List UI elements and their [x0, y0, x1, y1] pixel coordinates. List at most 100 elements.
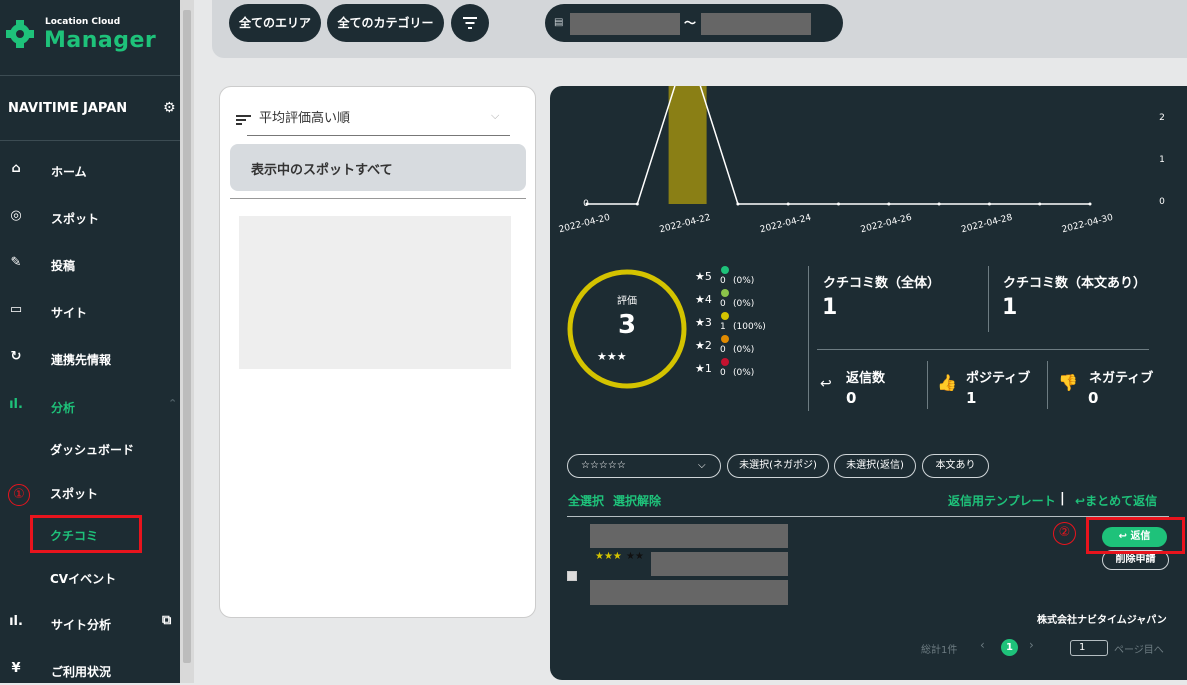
total-review-value: 1 [822, 295, 838, 320]
site-icon: ▭ [9, 302, 23, 317]
sub-dashboard[interactable]: ダッシュボード [50, 441, 134, 458]
all-spots-item[interactable]: 表示中のスポットすべて [230, 144, 526, 191]
chart-point [837, 202, 840, 206]
breakdown-percent: (0%) [733, 368, 755, 378]
chart-point [635, 202, 639, 206]
breakdown-count: 1 [720, 322, 726, 332]
chart-point [887, 202, 891, 206]
nav-analysis[interactable]: ıl. 分析 ⌃ [0, 391, 180, 421]
breakdown-star: ★4 [695, 293, 712, 306]
all-spots-label: 表示中のスポットすべて [251, 163, 393, 178]
negative-value: 0 [1088, 389, 1099, 407]
page-1-button[interactable]: 1 [1001, 639, 1018, 656]
sort-icon [236, 115, 251, 125]
breakdown-dot [721, 335, 729, 343]
chevron-down-icon[interactable]: ⌵ [491, 109, 499, 123]
bulk-reply-button[interactable]: ↩まとめて返信 [1075, 492, 1157, 509]
thumbs-up-icon: 👍 [937, 373, 957, 392]
chart-y-tick: 0 [1159, 197, 1165, 207]
nav-site-label: サイト [51, 306, 88, 320]
nav-site[interactable]: ▭ サイト [0, 296, 180, 326]
chart-y-tick: 2 [1159, 113, 1165, 123]
reply-icon: ↩ [820, 376, 832, 392]
area-filter-button[interactable]: 全てのエリア [229, 4, 321, 42]
rating-breakdown-row: ★3 1 (100%) [695, 312, 785, 334]
filter-menu-button[interactable] [451, 4, 489, 42]
review-checkbox[interactable] [567, 571, 577, 581]
bulk-reply-label: まとめて返信 [1085, 494, 1158, 508]
chart-point [1038, 202, 1042, 206]
chart-point [937, 202, 941, 206]
nav-post[interactable]: ✎ 投稿 [0, 249, 180, 279]
page-input[interactable]: 1 [1070, 640, 1108, 656]
body-filter-button[interactable]: 本文あり [922, 454, 989, 478]
sync-icon: ↻ [10, 349, 22, 364]
body-review-label: クチコミ数（本文あり） [1003, 276, 1147, 291]
spot-list-panel: 平均評価高い順 ⌵ 表示中のスポットすべて [219, 86, 536, 618]
reviewer-company: 株式会社ナビタイムジャパン [1037, 615, 1167, 626]
category-filter-button[interactable]: 全てのカテゴリー [327, 4, 444, 42]
nav-usage[interactable]: ¥ ご利用状況 [0, 655, 180, 685]
review-text [590, 580, 788, 605]
review-empty-stars: ★★ [626, 551, 644, 562]
chart-bar [668, 86, 707, 204]
date-separator: 〜 [684, 16, 697, 30]
page-suffix: ページ目へ [1114, 645, 1164, 656]
negapos-filter-button[interactable]: 未選択(ネガポジ) [727, 454, 829, 478]
external-link-icon: ⧉ [162, 613, 172, 628]
deselect-link[interactable]: 選択解除 [613, 492, 661, 509]
sub-cv-event[interactable]: CVイベント [50, 570, 116, 587]
chart-x-tick: 2022-04-28 [960, 213, 1013, 235]
gear-icon[interactable]: ⚙ [163, 100, 176, 116]
breakdown-count: 0 [720, 368, 726, 378]
rating-title: 評価 [617, 296, 637, 307]
reply-template-link[interactable]: 返信用テンプレート [948, 492, 1056, 509]
rating-breakdown-row: ★4 0 (0%) [695, 289, 785, 311]
logo-title: Manager [44, 28, 157, 53]
chevron-right-icon[interactable]: › [1029, 638, 1034, 652]
location-pin-icon: ◎ [10, 208, 22, 223]
chart-x-tick: 2022-04-24 [759, 213, 812, 235]
logo-subtitle: Location Cloud [45, 17, 121, 27]
nav-spot-label: スポット [51, 212, 100, 226]
positive-label: ポジティブ [966, 371, 1031, 386]
edit-icon: ✎ [10, 255, 22, 270]
breakdown-percent: (100%) [733, 322, 766, 332]
nav-home-label: ホーム [51, 165, 87, 179]
home-icon: ⌂ [11, 161, 21, 176]
scrollbar-thumb[interactable] [183, 10, 191, 663]
total-review-label: クチコミ数（全体） [823, 276, 941, 291]
breakdown-star: ★5 [695, 270, 712, 283]
start-date-field[interactable] [570, 13, 680, 35]
chevron-left-icon[interactable]: ‹ [980, 638, 985, 652]
chart-x-tick: 2022-04-30 [1061, 213, 1114, 235]
rating-breakdown-row: ★5 0 (0%) [695, 266, 785, 288]
reply-filter-button[interactable]: 未選択(返信) [834, 454, 916, 478]
review-count-chart: 2022-04-20 2022-04-22 2022-04-24 2022-04-26… [558, 86, 1165, 235]
nav-integration[interactable]: ↻ 連携先情報 [0, 343, 180, 373]
nav-home[interactable]: ⌂ ホーム [0, 155, 180, 185]
sort-select[interactable]: 平均評価高い順 [259, 107, 350, 126]
highlight-box [30, 515, 142, 553]
end-date-field[interactable] [701, 13, 811, 35]
breakdown-dot [721, 358, 729, 366]
date-range-picker[interactable]: ▤ 〜 [545, 4, 843, 42]
nav-site-analysis[interactable]: ıl. サイト分析 ⧉ [0, 608, 180, 638]
annotation-2: ② [1053, 522, 1076, 545]
star-filter-select[interactable]: ☆☆☆☆☆ ⌵ [567, 454, 721, 478]
rating-breakdown: ★5 0 (0%) ★4 0 (0%) ★3 1 (100%) ★2 0 (0%) ★1 0 (0%) [695, 266, 785, 391]
negative-label: ネガティブ [1089, 371, 1154, 386]
breakdown-star: ★3 [695, 316, 712, 329]
sub-spot[interactable]: スポット [50, 485, 98, 502]
nav-analysis-label: 分析 [51, 401, 76, 415]
chart-x-tick: 2022-04-22 [659, 213, 712, 235]
chart-point [786, 202, 790, 206]
chart-x-tick: 2022-04-26 [860, 213, 913, 235]
select-all-link[interactable]: 全選択 [568, 492, 604, 509]
filter-icon [463, 17, 477, 29]
logo-icon [6, 20, 34, 48]
nav-integration-label: 連携先情報 [51, 353, 112, 367]
chevron-down-icon: ⌵ [698, 460, 706, 471]
breakdown-percent: (0%) [733, 299, 755, 309]
nav-spot[interactable]: ◎ スポット [0, 202, 180, 232]
